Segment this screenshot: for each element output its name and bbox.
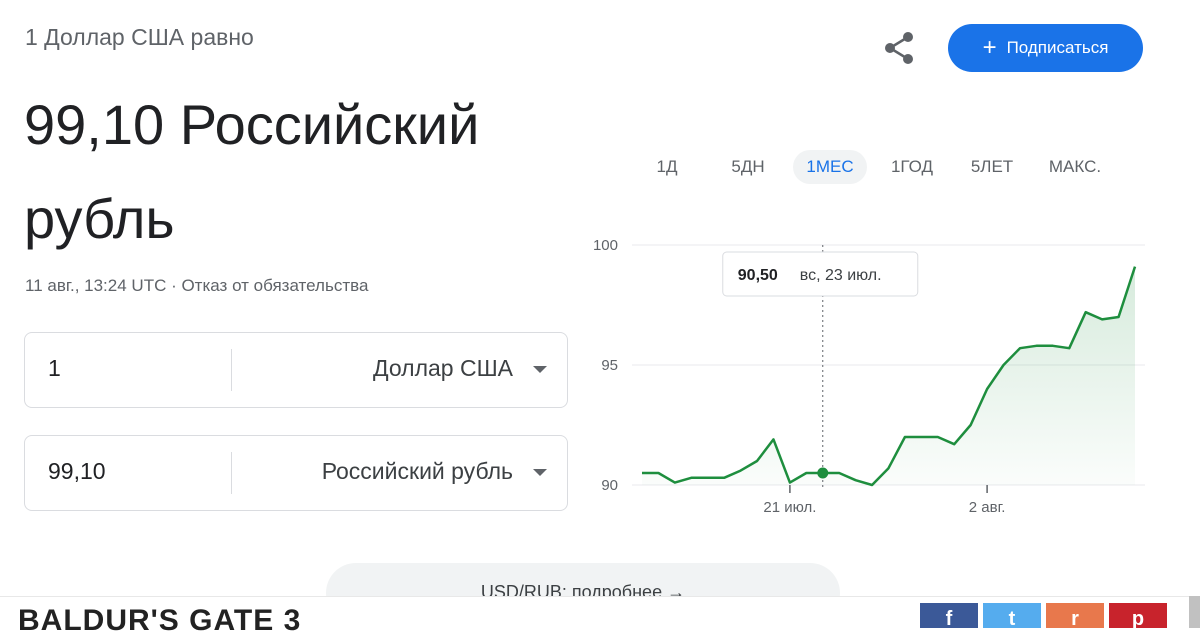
chevron-down-icon[interactable]: [533, 469, 547, 476]
to-currency-select[interactable]: Российский рубль: [322, 458, 513, 485]
reddit-share-button[interactable]: r: [1046, 603, 1104, 628]
x-tick-label: 2 авг.: [969, 499, 1006, 516]
updated-timestamp: 11 авг., 13:24 UTC · Отказ от обязательс…: [25, 276, 368, 296]
converted-rate-value: 99,10 Российский рубль: [24, 78, 564, 266]
facebook-share-button[interactable]: f: [920, 603, 978, 628]
divider: [231, 452, 232, 494]
plus-icon: +: [983, 38, 997, 58]
chevron-down-icon[interactable]: [533, 366, 547, 373]
rate-chart[interactable]: 90 95 100 21 июл. 2 авг. 90,50 вс, 23 июл.: [590, 225, 1160, 525]
article-title: BALDUR'S GATE 3: [18, 604, 301, 638]
from-currency-select[interactable]: Доллар США: [373, 355, 513, 382]
hover-marker: [817, 468, 828, 479]
tab-1y[interactable]: 1ГОД: [881, 150, 943, 184]
y-tick-label: 90: [601, 477, 618, 494]
from-currency-row: 1 Доллар США: [24, 332, 568, 408]
divider: [231, 349, 232, 391]
equals-text: 1 Доллар США равно: [25, 24, 254, 51]
pinterest-share-button[interactable]: p: [1109, 603, 1167, 628]
tooltip-date: вс, 23 июл.: [800, 267, 882, 284]
to-amount-input[interactable]: 99,10: [48, 458, 106, 485]
tab-1m[interactable]: 1МЕС: [793, 150, 867, 184]
x-tick-label: 21 июл.: [763, 499, 816, 516]
subscribe-button[interactable]: + Подписаться: [948, 24, 1143, 72]
tab-1d[interactable]: 1Д: [644, 150, 690, 184]
twitter-share-button[interactable]: t: [983, 603, 1041, 628]
tab-5d[interactable]: 5ДН: [720, 150, 776, 184]
tab-max[interactable]: МАКС.: [1040, 150, 1110, 184]
from-amount-input[interactable]: 1: [48, 355, 61, 382]
series-area: [642, 267, 1135, 485]
to-currency-row: 99,10 Российский рубль: [24, 435, 568, 511]
y-tick-label: 100: [593, 237, 618, 254]
subscribe-label: Подписаться: [1007, 38, 1109, 58]
scrollbar[interactable]: [1189, 596, 1200, 628]
y-tick-label: 95: [601, 357, 618, 374]
tooltip-value: 90,50: [738, 267, 778, 284]
tab-5y[interactable]: 5ЛЕТ: [960, 150, 1024, 184]
share-icon[interactable]: [880, 28, 920, 68]
